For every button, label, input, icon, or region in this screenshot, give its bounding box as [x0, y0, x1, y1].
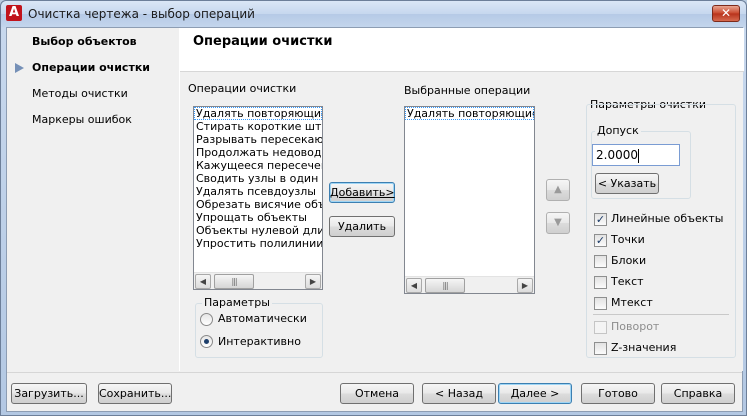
- checkbox-label: Мтекст: [611, 296, 653, 309]
- footer-bar: Загрузить... Сохранить... Отмена < Назад…: [7, 372, 742, 411]
- save-button[interactable]: Сохранить...: [98, 383, 172, 404]
- operation-list-item[interactable]: Обрезать висячие объек: [194, 198, 322, 211]
- sidebar-item-label: Операции очистки: [32, 61, 150, 74]
- operation-list-item[interactable]: Стирать короткие штрих: [194, 120, 322, 133]
- operation-list-item[interactable]: Объекты нулевой длины: [194, 224, 322, 237]
- sidebar-item-cleanup-methods[interactable]: Методы очистки: [7, 84, 178, 104]
- checkbox-0[interactable]: ✓: [594, 213, 607, 226]
- tolerance-input[interactable]: 2.0000: [592, 144, 680, 166]
- main-panel: Операции очистки Операции очистки Удалят…: [179, 28, 744, 371]
- options-divider: [593, 314, 729, 315]
- add-button[interactable]: Добавить>: [329, 182, 395, 203]
- sidebar-item-label: Маркеры ошибок: [32, 113, 132, 126]
- sidebar-item-label: Методы очистки: [32, 87, 128, 100]
- remove-button[interactable]: Удалить: [329, 216, 395, 237]
- checkbox-label: Текст: [611, 275, 644, 288]
- operation-list-item[interactable]: Продолжать недоводы: [194, 146, 322, 159]
- tolerance-value: 2.0000: [596, 148, 638, 162]
- scroll-right-icon[interactable]: ▶: [305, 274, 321, 289]
- dialog-client-area: Выбор объектов Операции очистки Методы о…: [6, 27, 744, 412]
- checkbox-4[interactable]: [594, 297, 607, 310]
- parameters-group-title: Параметры: [202, 296, 272, 309]
- selected-operation-item[interactable]: Удалять повторяющиеся: [405, 107, 534, 120]
- selected-operations-items: Удалять повторяющиеся: [405, 107, 534, 120]
- sidebar-item-label: Выбор объектов: [32, 35, 137, 48]
- checkbox-label: Линейные объекты: [611, 212, 724, 225]
- sidebar-item-cleanup-operations[interactable]: Операции очистки: [7, 58, 178, 78]
- scroll-right-icon[interactable]: ▶: [517, 278, 533, 293]
- radio-interactive-label: Интерактивно: [218, 335, 301, 348]
- checkbox-label: Z-значения: [611, 341, 677, 354]
- app-logo-icon: A: [6, 5, 22, 21]
- pick-button[interactable]: < Указать: [595, 173, 659, 194]
- operation-list-item[interactable]: Сводить узлы в один: [194, 172, 322, 185]
- radio-automatic-label: Автоматически: [218, 312, 307, 325]
- back-button[interactable]: < Назад: [422, 383, 496, 404]
- finish-button[interactable]: Готово: [581, 383, 655, 404]
- operation-list-item[interactable]: Упростить полилинии: [194, 237, 322, 250]
- scroll-left-icon[interactable]: ◀: [406, 278, 422, 293]
- radio-automatic[interactable]: [200, 313, 213, 326]
- text-caret: [638, 148, 639, 163]
- operation-list-item[interactable]: Упрощать объекты: [194, 211, 322, 224]
- sidebar-item-select-objects[interactable]: Выбор объектов: [7, 32, 178, 52]
- selected-operations-label: Выбранные операции: [404, 84, 531, 97]
- main-header: Операции очистки: [180, 28, 744, 72]
- sidebar-item-error-markers[interactable]: Маркеры ошибок: [7, 110, 178, 130]
- operation-list-item[interactable]: Разрывать пересекающ: [194, 133, 322, 146]
- checkbox-1[interactable]: ✓: [594, 234, 607, 247]
- tolerance-group-title: Допуск: [595, 124, 641, 137]
- next-button[interactable]: Далее >: [498, 383, 572, 404]
- operations-list-label: Операции очистки: [188, 82, 297, 95]
- title-bar[interactable]: A Очистка чертежа - выбор операций ✕: [1, 1, 746, 27]
- current-step-arrow-icon: [15, 63, 24, 73]
- page-title: Операции очистки: [193, 34, 333, 49]
- help-button[interactable]: Справка: [661, 383, 735, 404]
- scroll-left-icon[interactable]: ◀: [195, 274, 211, 289]
- checkbox-6[interactable]: [594, 342, 607, 355]
- checkbox-3[interactable]: [594, 276, 607, 289]
- arrow-up-icon: ▲: [554, 184, 562, 195]
- checkbox-2[interactable]: [594, 255, 607, 268]
- selected-operations-listbox[interactable]: Удалять повторяющиеся ◀ ||| ▶: [404, 106, 535, 294]
- operation-list-item[interactable]: Удалять повторяющиеся: [194, 107, 322, 120]
- move-up-button[interactable]: ▲: [546, 179, 570, 201]
- selected-hscrollbar[interactable]: ◀ ||| ▶: [405, 276, 534, 293]
- radio-interactive[interactable]: [200, 335, 213, 348]
- checkbox-label: Точки: [611, 233, 645, 246]
- close-button[interactable]: ✕: [712, 5, 740, 22]
- cancel-button[interactable]: Отмена: [340, 383, 414, 404]
- operations-hscrollbar[interactable]: ◀ ||| ▶: [194, 272, 322, 289]
- operations-list-items: Удалять повторяющиесяСтирать короткие шт…: [194, 107, 322, 250]
- operation-list-item[interactable]: Кажущееся пересечение: [194, 159, 322, 172]
- scroll-thumb[interactable]: |||: [425, 278, 465, 293]
- checkbox-label: Поворот: [611, 320, 660, 333]
- dialog-window: A Очистка чертежа - выбор операций ✕ Выб…: [0, 0, 747, 416]
- arrow-down-icon: ▼: [554, 217, 562, 228]
- scroll-thumb[interactable]: |||: [214, 274, 254, 289]
- add-button-label: Добавить>: [330, 186, 395, 199]
- move-down-button[interactable]: ▼: [546, 212, 570, 234]
- wizard-steps-sidebar: Выбор объектов Операции очистки Методы о…: [7, 28, 178, 371]
- checkbox-5: [594, 321, 607, 334]
- operations-listbox[interactable]: Удалять повторяющиесяСтирать короткие шт…: [193, 106, 323, 290]
- operation-list-item[interactable]: Удалять псевдоузлы: [194, 185, 322, 198]
- load-button[interactable]: Загрузить...: [11, 383, 87, 404]
- window-title: Очистка чертежа - выбор операций: [28, 7, 255, 21]
- checkbox-label: Блоки: [611, 254, 647, 267]
